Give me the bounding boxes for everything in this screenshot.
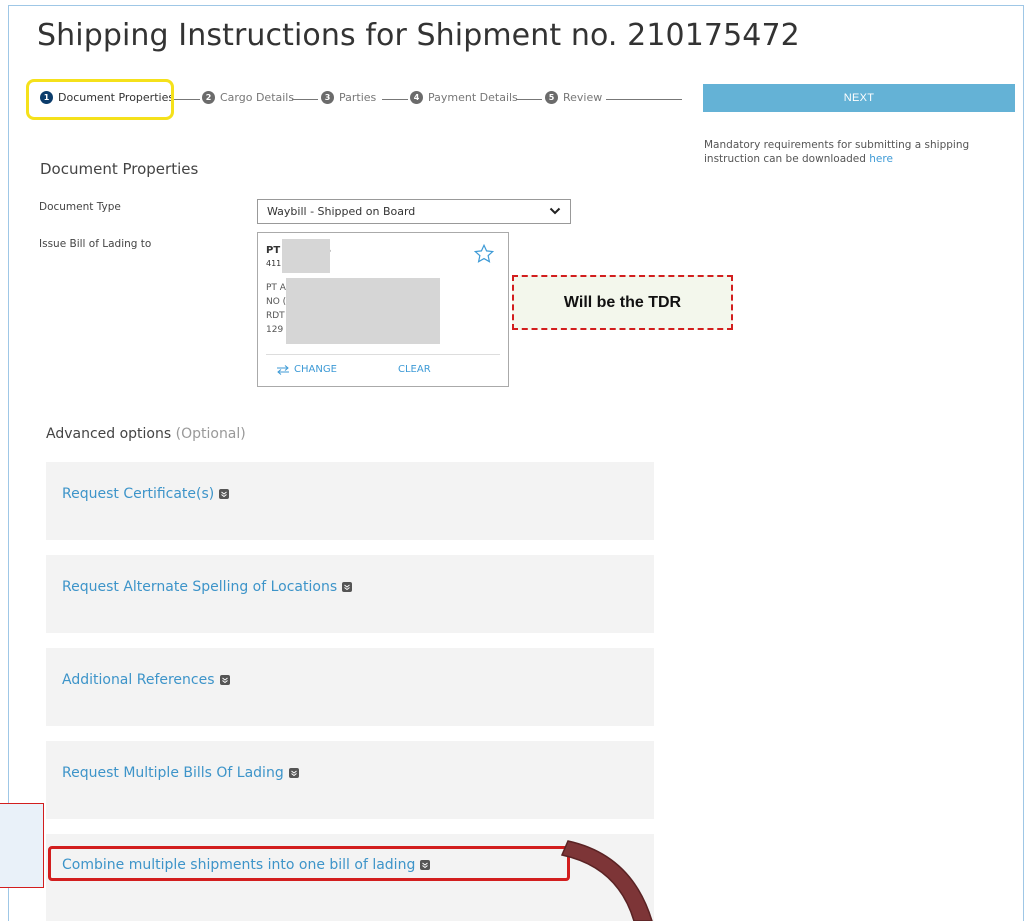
party-card: PT A ISTICS 411 PT A NO ( RDT 129 CHANGE… (257, 232, 509, 387)
accordion-alternate-spelling[interactable]: Request Alternate Spelling of Locations (46, 555, 654, 633)
party-code: 411 (266, 259, 282, 268)
next-button[interactable]: NEXT (703, 84, 1015, 112)
step-connector (382, 99, 408, 100)
tdr-annotation: Will be the TDR (512, 275, 733, 330)
address-line: NO ( (266, 297, 287, 307)
step-connector (606, 99, 682, 100)
mandatory-requirements-note: Mandatory requirements for submitting a … (704, 139, 970, 165)
step-parties[interactable]: 3 Parties (321, 91, 376, 104)
step-connector (174, 99, 200, 100)
step-connector (292, 99, 318, 100)
advanced-options-heading: Advanced options (Optional) (46, 426, 246, 442)
highlight-combine-shipments (48, 846, 570, 881)
step-cargo-details[interactable]: 2 Cargo Details (202, 91, 294, 104)
accordion-request-certificates[interactable]: Request Certificate(s) (46, 462, 654, 540)
clear-party-button[interactable]: CLEAR (398, 364, 431, 375)
step-connector (516, 99, 542, 100)
accordion-multiple-bills-of-lading[interactable]: Request Multiple Bills Of Lading (46, 741, 654, 819)
page-title: Shipping Instructions for Shipment no. 2… (37, 18, 800, 53)
issue-bl-label: Issue Bill of Lading to (39, 238, 152, 250)
download-here-link[interactable]: here (869, 153, 893, 165)
step-review[interactable]: 5 Review (545, 91, 602, 104)
annotation-arrow-icon (560, 840, 653, 921)
expand-icon (342, 582, 353, 592)
expand-icon (288, 768, 299, 778)
annotation-callout-box (0, 803, 44, 888)
swap-arrows-icon (277, 364, 289, 375)
card-divider (266, 354, 500, 355)
expand-icon (219, 489, 230, 499)
document-type-label: Document Type (39, 201, 121, 213)
section-heading: Document Properties (40, 160, 199, 178)
change-party-button[interactable]: CHANGE (276, 364, 337, 375)
address-line: PT A (266, 283, 286, 293)
address-line: RDT (266, 311, 285, 321)
redaction-block (282, 239, 330, 273)
accordion-additional-references[interactable]: Additional References (46, 648, 654, 726)
favorite-star-icon[interactable] (473, 243, 495, 265)
document-type-select[interactable]: Waybill - Shipped on Board (257, 199, 571, 224)
step-payment-details[interactable]: 4 Payment Details (410, 91, 518, 104)
address-line: 129 (266, 325, 284, 335)
expand-icon (219, 675, 230, 685)
redaction-block (286, 278, 440, 344)
chevron-down-icon (549, 207, 561, 215)
highlight-current-step (26, 79, 174, 120)
